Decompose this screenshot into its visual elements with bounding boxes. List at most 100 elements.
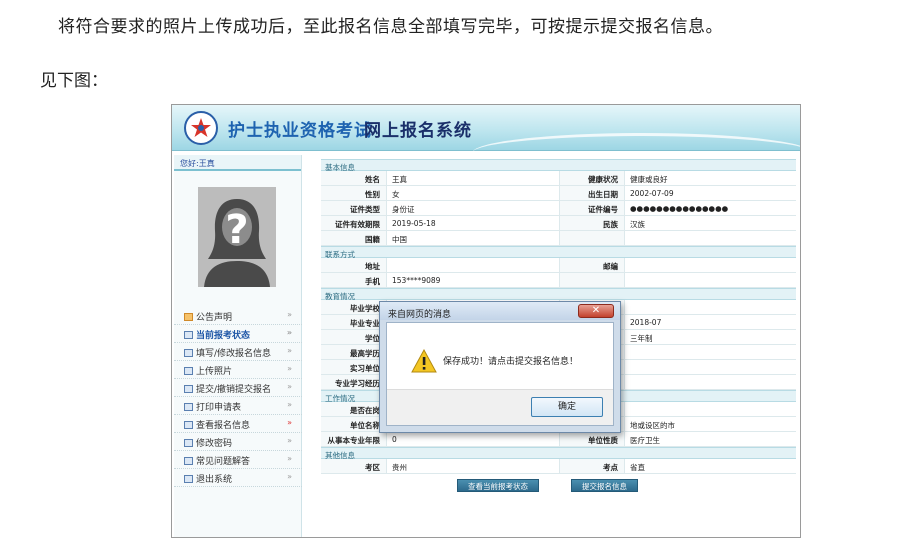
dialog-close-button[interactable]: ✕: [578, 304, 614, 318]
app-title-part2: 网上报名系统: [364, 121, 472, 141]
field-label: 从事本专业年限: [321, 432, 387, 446]
field-label: 证件有效期限: [321, 216, 387, 230]
sidebar-item[interactable]: 提交/撤销提交报名 »: [174, 379, 302, 397]
sidebar-item-label: 上传照片: [196, 367, 233, 377]
submit-registration-button[interactable]: 提交报名信息: [571, 479, 638, 492]
sidebar-item-label: 修改密码: [196, 439, 233, 449]
sidebar-item[interactable]: 当前报考状态 »: [174, 325, 302, 343]
field-value: [625, 300, 796, 314]
sidebar-item[interactable]: 填写/修改报名信息 »: [174, 343, 302, 361]
field-label: 实习单位: [321, 360, 387, 374]
field-label: 邮编: [559, 258, 625, 272]
section-header-basic: 基本信息: [321, 159, 796, 172]
field-label: 考点: [559, 459, 625, 473]
doc-icon: [184, 385, 193, 393]
field-label: 性别: [321, 186, 387, 200]
field-value: 汉族: [630, 220, 645, 229]
field-label: 民族: [559, 216, 625, 230]
field-label: 考区: [321, 459, 387, 473]
page-icon: [184, 331, 193, 339]
field-label: 证件类型: [321, 201, 387, 215]
section-header-other: 其他信息: [321, 447, 796, 460]
field-value: [625, 375, 796, 389]
home-icon: [184, 313, 193, 321]
field-label: 手机: [321, 273, 387, 287]
avatar-placeholder: ?: [198, 187, 276, 287]
see-below-label: 见下图：: [40, 71, 108, 91]
field-label: [559, 231, 625, 245]
chevron-right-icon: »: [287, 436, 292, 445]
field-value: 0: [392, 435, 397, 444]
warning-icon: [411, 349, 437, 373]
doc-icon: [184, 403, 193, 411]
table-row: 证件类型 身份证 证件编号 ●●●●●●●●●●●●●●●: [321, 201, 796, 216]
sidebar-item[interactable]: 公告声明 »: [174, 307, 302, 325]
field-value: 王真: [392, 175, 407, 184]
chevron-right-icon: »: [287, 472, 292, 481]
field-value: [625, 231, 796, 245]
sidebar-item-label: 退出系统: [196, 475, 233, 485]
field-label: 单位名称: [321, 417, 387, 431]
table-row: 姓名 王真 健康状况 健康或良好: [321, 171, 796, 186]
sidebar-item[interactable]: 查看报名信息 »: [174, 415, 302, 433]
field-value: 贵州: [392, 463, 407, 472]
sidebar-item-label: 填写/修改报名信息: [196, 349, 272, 359]
field-label: 地址: [321, 258, 387, 272]
dialog-body: 保存成功！请点击提交报名信息！ 确定: [386, 322, 614, 426]
sidebar-item-label: 查看报名信息: [196, 421, 251, 431]
field-value: 中国: [392, 235, 407, 244]
page-icon: [184, 457, 193, 465]
section-header-education: 教育情况: [321, 288, 796, 301]
field-value: 153****9089: [392, 276, 441, 285]
field-label: 最高学历: [321, 345, 387, 359]
sidebar-item[interactable]: 上传照片 »: [174, 361, 302, 379]
ok-button[interactable]: 确定: [531, 397, 603, 417]
app-title-part1: 护士执业资格考试: [228, 121, 372, 141]
field-value: 2019-05-18: [392, 219, 436, 228]
field-value: 健康或良好: [630, 175, 668, 184]
greeting: 您好:王真: [174, 155, 301, 171]
dialog-message: 保存成功！请点击提交报名信息！: [443, 357, 579, 367]
form-actions: 查看当前报考状态 提交报名信息: [321, 474, 796, 494]
chevron-right-icon: »: [287, 310, 292, 319]
table-row: 从事本专业年限 0 单位性质 医疗卫生: [321, 432, 796, 447]
dialog-footer: 确定: [387, 389, 613, 425]
field-value: 2002-07-09: [630, 189, 674, 198]
field-value: [625, 273, 796, 287]
field-label: 证件编号: [559, 201, 625, 215]
sidebar-item[interactable]: 修改密码 »: [174, 433, 302, 451]
field-value: 三年制: [630, 334, 653, 343]
field-label: 专业学习经历: [321, 375, 387, 389]
sidebar-menu: 公告声明 » 当前报考状态 » 填写/修改报名信息 » 上传照片 » 提交/撤销提交报名» 打印申…: [174, 307, 302, 487]
table-row: 证件有效期限 2019-05-18 民族 汉族: [321, 216, 796, 231]
field-label: 国籍: [321, 231, 387, 245]
field-value: 医疗卫生: [630, 436, 660, 445]
section-header-contact: 联系方式: [321, 246, 796, 259]
chevron-right-icon: »: [287, 346, 292, 355]
field-label: 毕业学校: [321, 300, 387, 314]
table-row: 地址 邮编: [321, 258, 796, 273]
table-row: 考区 贵州 考点 省直: [321, 459, 796, 474]
field-value: ●●●●●●●●●●●●●●●: [630, 204, 729, 213]
field-label: 毕业专业: [321, 315, 387, 329]
table-row: 性别女 出生日期 2002-07-09: [321, 186, 796, 201]
field-value: 地或设区的市: [630, 421, 675, 430]
chevron-right-icon: »: [287, 364, 292, 373]
page-icon: [184, 421, 193, 429]
page-icon: [184, 349, 193, 357]
field-label: [559, 273, 625, 287]
view-status-button[interactable]: 查看当前报考状态: [457, 479, 539, 492]
chevron-right-icon: »: [286, 328, 292, 337]
sidebar-item[interactable]: 退出系统 »: [174, 469, 302, 487]
sidebar-item-label: 公告声明: [196, 313, 233, 323]
nurse-emblem-icon: [184, 111, 218, 145]
field-value: [387, 258, 559, 272]
field-value: 身份证: [392, 205, 415, 214]
field-label: 姓名: [321, 171, 387, 185]
table-row: 国籍 中国: [321, 231, 796, 246]
sidebar-item[interactable]: 打印申请表 »: [174, 397, 302, 415]
sidebar-item[interactable]: 常见问题解答 »: [174, 451, 302, 469]
chevron-right-icon: »: [287, 454, 292, 463]
sidebar-item-label: 当前报考状态: [196, 331, 251, 341]
field-value: [625, 402, 796, 416]
